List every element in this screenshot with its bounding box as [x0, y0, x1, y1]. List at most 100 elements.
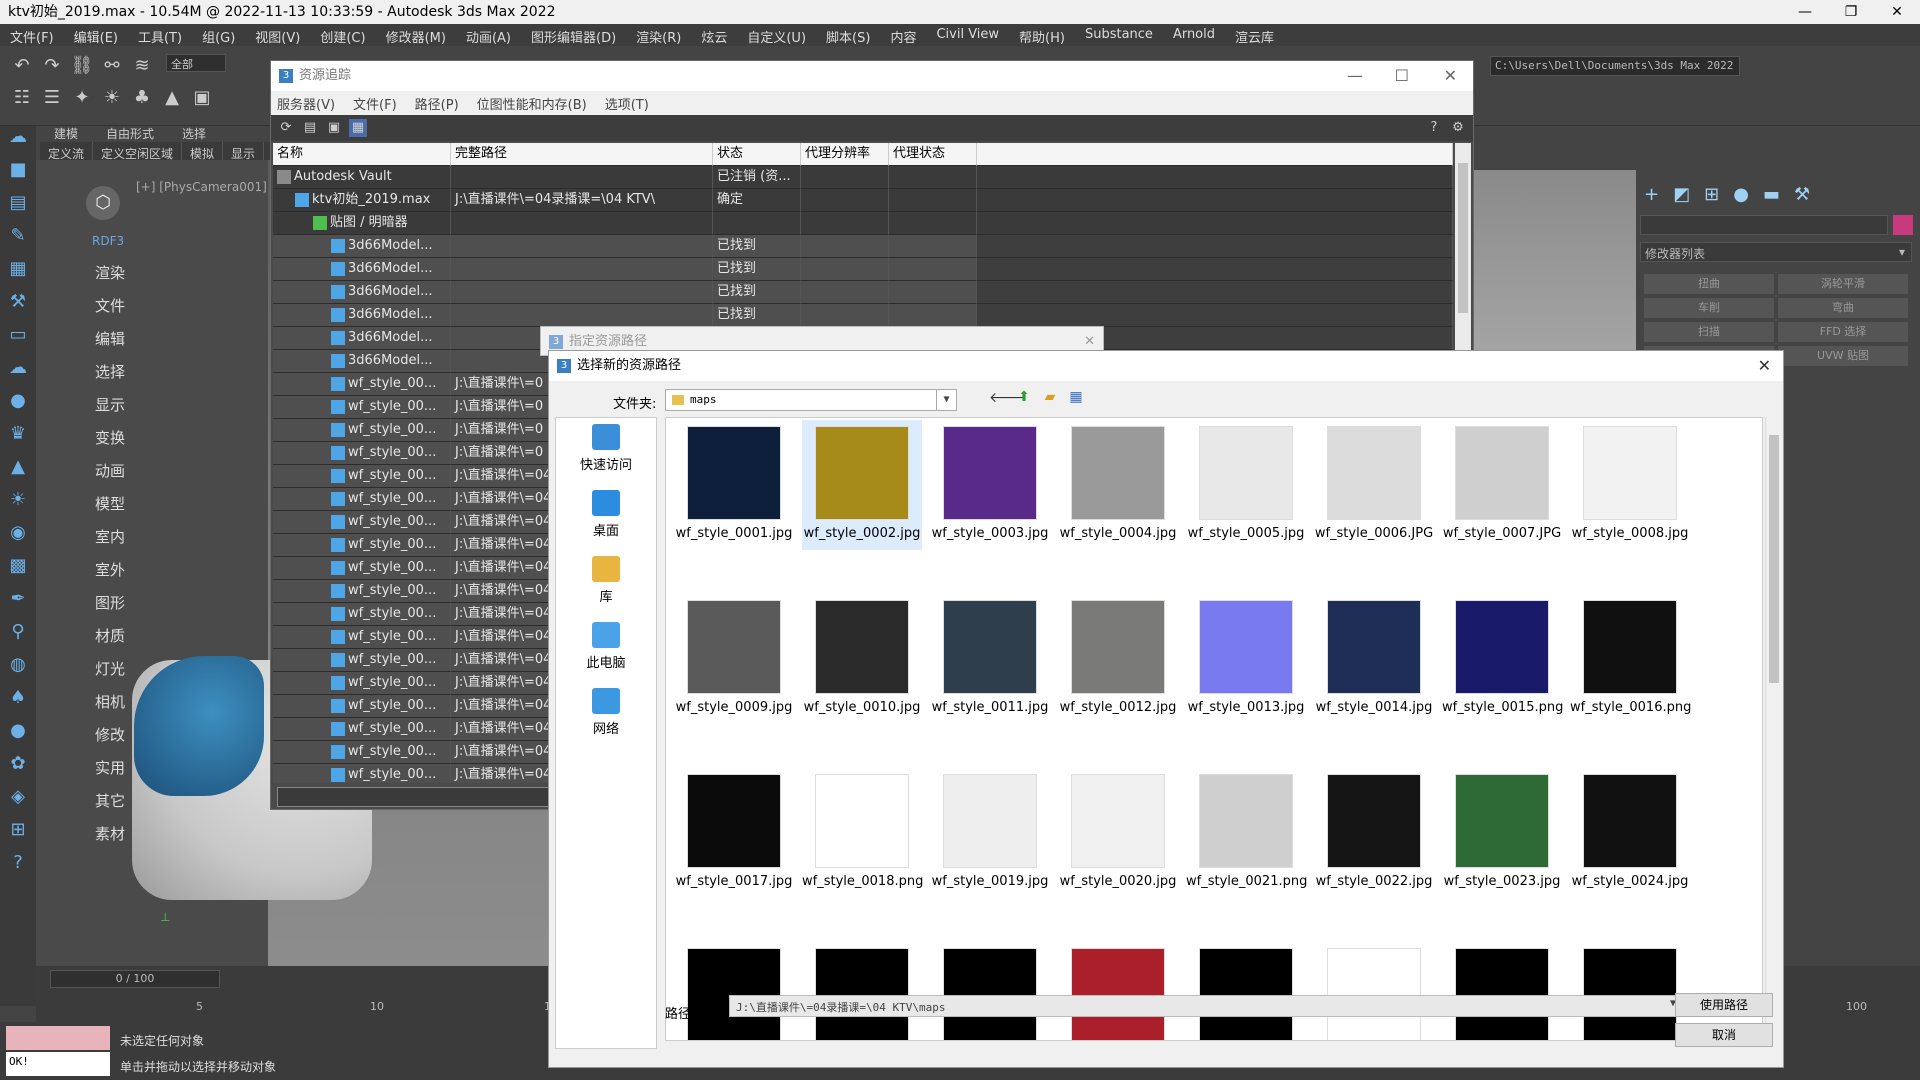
- column-header[interactable]: 代理状态: [889, 143, 977, 166]
- file-item[interactable]: [1314, 942, 1434, 1040]
- utilities-tab-icon[interactable]: ⚒: [1794, 184, 1810, 205]
- scene-tool-item[interactable]: 室内: [90, 526, 130, 559]
- scene-tool-item[interactable]: 显示: [90, 394, 130, 427]
- motion-tab-icon[interactable]: ●: [1733, 184, 1749, 205]
- table-row[interactable]: 3d66Model... 已找到: [273, 258, 1453, 281]
- close-icon[interactable]: ✕: [1758, 351, 1771, 381]
- cone-icon[interactable]: ▲: [160, 86, 184, 110]
- menu-item[interactable]: 编辑(E): [64, 24, 128, 46]
- file-item[interactable]: wf_style_0018.png: [802, 768, 923, 898]
- menu-item[interactable]: Civil View: [926, 24, 1009, 46]
- chevron-down-icon[interactable]: ▼: [936, 390, 956, 410]
- file-item[interactable]: wf_style_0002.jpg: [802, 420, 922, 550]
- menu-item[interactable]: 炫云: [691, 24, 737, 46]
- file-item[interactable]: wf_style_0008.jpg: [1570, 420, 1690, 550]
- menu-item[interactable]: Substance: [1075, 24, 1163, 46]
- help-icon[interactable]: ?: [1425, 119, 1443, 137]
- column-header[interactable]: 状态: [713, 143, 801, 166]
- file-item[interactable]: wf_style_0011.jpg: [930, 594, 1050, 724]
- scene-tool-item[interactable]: 选择: [90, 361, 130, 394]
- file-item[interactable]: wf_style_0021.png: [1186, 768, 1307, 898]
- grid-view-icon[interactable]: ▦: [349, 119, 367, 137]
- cloud-small-icon[interactable]: ☁: [0, 357, 36, 390]
- asset-menu-item[interactable]: 文件(F): [353, 94, 397, 113]
- selection-filter-dropdown[interactable]: 全部: [166, 54, 226, 72]
- file-item[interactable]: [1442, 942, 1562, 1040]
- place-network[interactable]: 网络: [556, 682, 656, 748]
- close-button[interactable]: ✕: [1874, 0, 1920, 24]
- image-icon[interactable]: ▤: [0, 192, 36, 225]
- palette-icon[interactable]: ✿: [0, 753, 36, 786]
- menu-item[interactable]: 自定义(U): [737, 24, 816, 46]
- tool-icon[interactable]: ⊞: [0, 819, 36, 852]
- scene-tool-item[interactable]: 动画: [90, 460, 130, 493]
- menu-item[interactable]: 文件(F): [0, 24, 64, 46]
- column-header[interactable]: 代理分辨率: [801, 143, 889, 166]
- link-icon[interactable]: ⛓: [70, 54, 94, 78]
- window-icon[interactable]: ▭: [0, 324, 36, 357]
- ball-icon[interactable]: ●: [0, 720, 36, 753]
- place-star[interactable]: 快速访问: [556, 418, 656, 484]
- crown-icon[interactable]: ♛: [0, 423, 36, 456]
- menu-item[interactable]: 动画(A): [456, 24, 521, 46]
- walk-icon[interactable]: ⚲: [0, 621, 36, 654]
- place-library[interactable]: 库: [556, 550, 656, 616]
- folder-dropdown[interactable]: maps ▼: [665, 389, 957, 411]
- lamp-icon[interactable]: ▲: [0, 456, 36, 489]
- file-item[interactable]: wf_style_0010.jpg: [802, 594, 922, 724]
- cancel-button[interactable]: 取消: [1675, 1023, 1773, 1047]
- asset-menu-item[interactable]: 路径(P): [415, 94, 459, 113]
- help-icon[interactable]: ?: [0, 852, 36, 885]
- menu-item[interactable]: 内容: [880, 24, 926, 46]
- scene-tool-item[interactable]: 室外: [90, 559, 130, 592]
- scene-tool-item[interactable]: 灯光: [90, 658, 130, 691]
- scroll-thumb[interactable]: [1458, 163, 1468, 313]
- globe-icon[interactable]: ◍: [0, 654, 36, 687]
- file-item[interactable]: wf_style_0015.png: [1442, 594, 1563, 724]
- column-header[interactable]: 名称: [273, 143, 451, 166]
- file-item[interactable]: wf_style_0014.jpg: [1314, 594, 1434, 724]
- file-item[interactable]: wf_style_0023.jpg: [1442, 768, 1562, 898]
- menu-item[interactable]: Arnold: [1163, 24, 1225, 46]
- file-item[interactable]: [930, 942, 1050, 1040]
- scene-tool-item[interactable]: 渲染: [90, 262, 130, 295]
- scene-tool-item[interactable]: 模型: [90, 493, 130, 526]
- use-path-button[interactable]: 使用路径: [1675, 993, 1773, 1017]
- file-item[interactable]: [802, 942, 922, 1040]
- app-icon[interactable]: ◈: [0, 786, 36, 819]
- pattern-icon[interactable]: ▩: [0, 555, 36, 588]
- file-item[interactable]: [1058, 942, 1178, 1040]
- file-item[interactable]: wf_style_0024.jpg: [1570, 768, 1690, 898]
- modifier-button[interactable]: 扭曲: [1644, 274, 1774, 294]
- menu-item[interactable]: 图形编辑器(D): [521, 24, 626, 46]
- bind-spacewarp-icon[interactable]: ≋: [130, 54, 154, 78]
- menu-item[interactable]: 渲云库: [1225, 24, 1284, 46]
- menu-item[interactable]: 渲染(R): [626, 24, 691, 46]
- modifier-button[interactable]: 涡轮平滑: [1778, 274, 1908, 294]
- menu-item[interactable]: 工具(T): [128, 24, 192, 46]
- undo-icon[interactable]: ↶: [10, 54, 34, 78]
- scene-tool-item[interactable]: 图形: [90, 592, 130, 625]
- cube-icon[interactable]: ⬡: [86, 186, 120, 220]
- scene-explorer-icon[interactable]: ☷: [10, 86, 34, 110]
- file-item[interactable]: wf_style_0004.jpg: [1058, 420, 1178, 550]
- sun-icon[interactable]: ☀: [100, 86, 124, 110]
- menu-item[interactable]: 帮助(H): [1009, 24, 1075, 46]
- file-item[interactable]: wf_style_0009.jpg: [674, 594, 794, 724]
- file-item[interactable]: [674, 942, 794, 1040]
- maximize-icon[interactable]: ☐: [1395, 61, 1409, 91]
- table-row[interactable]: 3d66Model... 已找到: [273, 304, 1453, 327]
- grid-icon[interactable]: ▦: [0, 258, 36, 291]
- modifier-button[interactable]: 弯曲: [1778, 298, 1908, 318]
- file-item[interactable]: [1570, 942, 1690, 1040]
- file-item[interactable]: wf_style_0019.jpg: [930, 768, 1050, 898]
- viewport-label[interactable]: [+] [PhysCamera001]: [136, 180, 267, 194]
- maxscript-mini-listener[interactable]: OK!: [6, 1052, 110, 1076]
- place-computer[interactable]: 此电脑: [556, 616, 656, 682]
- menu-item[interactable]: 组(G): [192, 24, 245, 46]
- file-item[interactable]: [1186, 942, 1306, 1040]
- table-row[interactable]: 3d66Model... 已找到: [273, 235, 1453, 258]
- cloud-icon[interactable]: ☁: [0, 126, 36, 159]
- sphere-icon[interactable]: ◉: [0, 522, 36, 555]
- file-item[interactable]: wf_style_0005.jpg: [1186, 420, 1306, 550]
